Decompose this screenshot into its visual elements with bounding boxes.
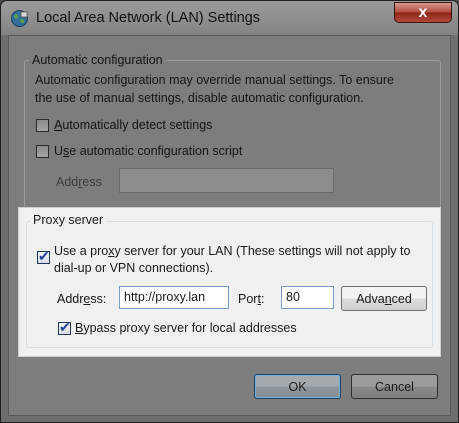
close-icon: x <box>418 3 428 21</box>
window-title: Local Area Network (LAN) Settings <box>36 10 261 26</box>
use-proxy-rest: y server for your LAN (These settings wi… <box>114 244 411 258</box>
bypass-rest: ypass proxy server for local addresses <box>83 321 297 335</box>
script-label-rest: e automatic configuration script <box>69 144 243 158</box>
cancel-button[interactable]: Cancel <box>351 374 438 399</box>
bypass-local-label[interactable]: Bypass proxy server for local addresses <box>75 321 297 335</box>
script-address-rest: ess <box>82 175 102 189</box>
title-bar[interactable]: Local Area Network (LAN) Settings x <box>1 1 458 35</box>
use-proxy-label-line1[interactable]: Use a proxy server for your LAN (These s… <box>54 244 410 258</box>
script-label-pre: U <box>54 144 64 158</box>
use-proxy-checkbox[interactable]: ✔ <box>37 248 50 264</box>
auto-config-script-checkbox[interactable] <box>36 145 49 158</box>
script-address-label: Address <box>56 175 102 189</box>
proxy-server-panel: Proxy server ✔ Use a proxy server for yo… <box>18 207 441 357</box>
use-proxy-label-line2[interactable]: dial-up or VPN connections). <box>54 261 213 275</box>
auto-detect-label-text: utomatically detect settings <box>62 118 213 132</box>
close-button[interactable]: x <box>394 2 452 23</box>
auto-detect-label[interactable]: Automatically detect settings <box>54 118 212 132</box>
auto-detect-checkbox[interactable] <box>36 119 49 132</box>
script-address-pre: Add <box>56 175 79 189</box>
proxy-server-label: Proxy server <box>30 213 107 227</box>
automatic-configuration-label: Automatic configuration <box>29 53 166 67</box>
auto-config-description-line1: Automatic configuration may override man… <box>35 73 394 87</box>
script-address-input[interactable] <box>119 168 334 193</box>
checkmark-icon: ✔ <box>59 319 71 335</box>
advanced-accel: n <box>384 291 392 306</box>
checkmark-icon: ✔ <box>38 248 50 264</box>
proxy-address-pre: Addr <box>57 292 84 306</box>
bypass-local-checkbox[interactable]: ✔ <box>58 319 71 335</box>
use-proxy-pre: Use a pro <box>54 244 109 258</box>
port-pre: Por <box>238 292 258 306</box>
auto-config-description-line2: the use of manual settings, disable auto… <box>35 91 364 105</box>
advanced-button[interactable]: Adva n ced <box>341 286 427 311</box>
auto-config-script-label[interactable]: Use automatic configuration script <box>54 144 242 158</box>
proxy-port-label: Port: <box>238 292 264 306</box>
port-rest: : <box>260 292 265 306</box>
advanced-pre: Adva <box>356 291 385 306</box>
lan-settings-dialog: Local Area Network (LAN) Settings x Auto… <box>0 0 459 423</box>
globe-network-icon <box>11 10 28 27</box>
proxy-address-label: Address: <box>57 292 106 306</box>
advanced-rest: ced <box>391 291 412 306</box>
proxy-address-rest: ss: <box>90 292 107 306</box>
proxy-address-input[interactable]: http://proxy.lan <box>119 286 229 309</box>
proxy-port-input[interactable]: 80 <box>281 286 334 309</box>
ok-button[interactable]: OK <box>254 374 341 399</box>
